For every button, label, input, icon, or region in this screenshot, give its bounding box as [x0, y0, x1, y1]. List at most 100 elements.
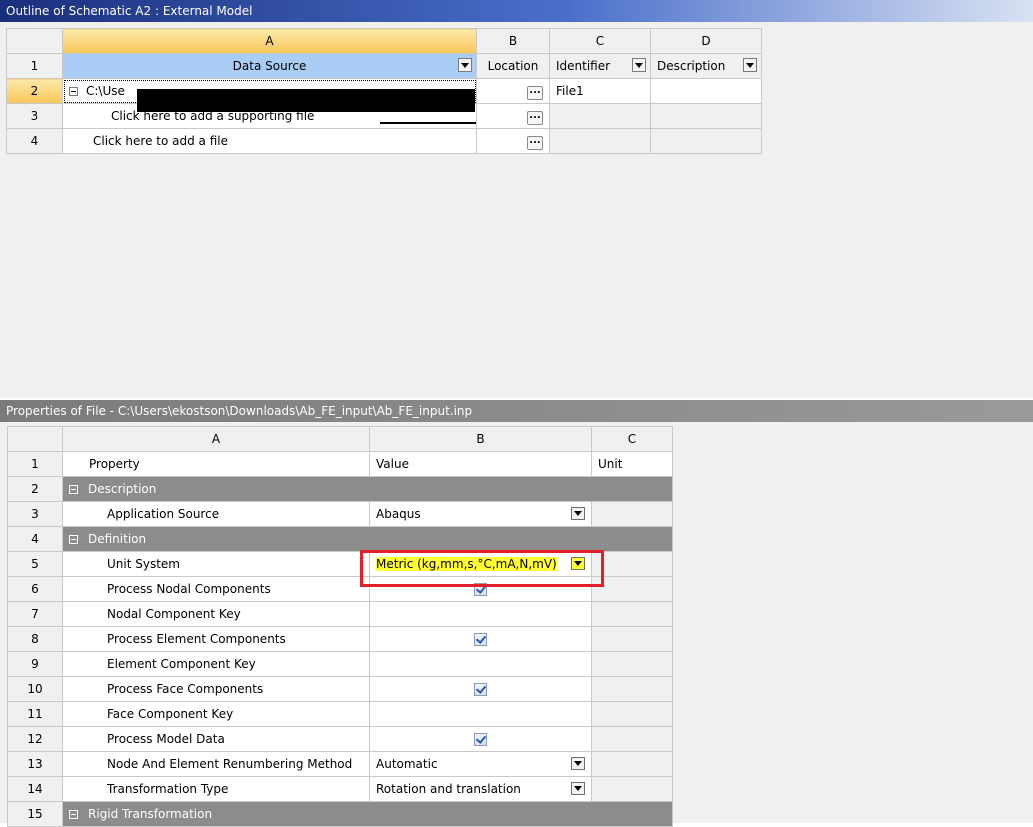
row-number[interactable]: 10 [7, 676, 63, 702]
nodal-component-key-input[interactable] [369, 601, 592, 627]
row-number[interactable]: 11 [7, 701, 63, 727]
chevron-down-icon [574, 761, 582, 766]
row-number[interactable]: 5 [7, 551, 63, 577]
dropdown-arrow[interactable] [571, 757, 585, 770]
col-header-a[interactable]: A [62, 426, 370, 452]
col-header-d[interactable]: D [650, 28, 762, 54]
corner-cell[interactable] [6, 28, 63, 54]
dropdown-arrow[interactable] [571, 782, 585, 795]
add-file-cell[interactable]: Click here to add a file [62, 128, 477, 154]
unit-cell [591, 551, 673, 577]
checkbox-cell[interactable] [369, 726, 592, 752]
table-row[interactable]: 13 Node And Element Renumbering Method A… [7, 751, 673, 777]
identifier-filter-button[interactable] [632, 58, 646, 72]
row-number[interactable]: 3 [6, 103, 63, 129]
description-label: Description [657, 59, 726, 73]
property-label: Element Component Key [62, 651, 370, 677]
row-number[interactable]: 1 [7, 451, 63, 477]
table-row[interactable]: 14 Transformation Type Rotation and tran… [7, 776, 673, 802]
row-number[interactable]: 1 [6, 53, 63, 79]
unit-cell [591, 651, 673, 677]
data-source-header[interactable]: Data Source [62, 53, 477, 79]
property-header: Property [62, 451, 370, 477]
table-row[interactable]: 8 Process Element Components [7, 626, 673, 652]
description-cell [650, 128, 762, 154]
unit-cell [591, 776, 673, 802]
outline-panel: Outline of Schematic A2 : External Model… [0, 0, 1033, 398]
group-row-definition[interactable]: 4 Definition [7, 526, 673, 552]
col-header-b[interactable]: B [369, 426, 592, 452]
location-cell[interactable]: ... [476, 128, 550, 154]
transformation-type-dropdown[interactable]: Rotation and translation [369, 776, 592, 802]
collapse-icon[interactable] [69, 810, 78, 819]
process-nodal-components-checkbox[interactable] [474, 583, 487, 596]
corner-cell[interactable] [7, 426, 63, 452]
row-number[interactable]: 12 [7, 726, 63, 752]
browse-button[interactable]: ... [527, 136, 543, 150]
table-row[interactable]: 9 Element Component Key [7, 651, 673, 677]
table-row[interactable]: 4 Click here to add a file ... [6, 128, 762, 154]
location-cell[interactable]: ... [476, 78, 550, 104]
process-face-components-checkbox[interactable] [474, 683, 487, 696]
description-filter-button[interactable] [743, 58, 757, 72]
unit-cell [591, 576, 673, 602]
description-cell [650, 103, 762, 129]
table-row[interactable]: 6 Process Nodal Components [7, 576, 673, 602]
renumbering-method-dropdown[interactable]: Automatic [369, 751, 592, 777]
browse-button[interactable]: ... [527, 86, 543, 100]
properties-title: Properties of File - C:\Users\ekostson\D… [0, 400, 1033, 422]
row-number[interactable]: 8 [7, 626, 63, 652]
row-number[interactable]: 4 [6, 128, 63, 154]
browse-button[interactable]: ... [527, 111, 543, 125]
chevron-down-icon [574, 786, 582, 791]
dropdown-arrow[interactable] [571, 507, 585, 520]
unit-header: Unit [591, 451, 673, 477]
chevron-down-icon [635, 62, 643, 68]
row-number[interactable]: 13 [7, 751, 63, 777]
col-header-c[interactable]: C [591, 426, 673, 452]
description-header[interactable]: Description [650, 53, 762, 79]
row-number[interactable]: 3 [7, 501, 63, 527]
checkbox-cell[interactable] [369, 576, 592, 602]
checkbox-cell[interactable] [369, 676, 592, 702]
unit-cell [591, 501, 673, 527]
face-component-key-input[interactable] [369, 701, 592, 727]
row-number[interactable]: 4 [7, 526, 63, 552]
table-row[interactable]: 12 Process Model Data [7, 726, 673, 752]
process-model-data-checkbox[interactable] [474, 733, 487, 746]
checkbox-cell[interactable] [369, 626, 592, 652]
col-header-c[interactable]: C [549, 28, 651, 54]
collapse-icon[interactable] [69, 535, 78, 544]
row-number[interactable]: 6 [7, 576, 63, 602]
row-number[interactable]: 7 [7, 601, 63, 627]
row-number[interactable]: 2 [6, 78, 63, 104]
col-header-b[interactable]: B [476, 28, 550, 54]
description-cell[interactable] [650, 78, 762, 104]
table-row[interactable]: 11 Face Component Key [7, 701, 673, 727]
property-label: Transformation Type [62, 776, 370, 802]
row-number[interactable]: 2 [7, 476, 63, 502]
table-row[interactable]: 5 Unit System Metric (kg,mm,s,°C,mA,N,mV… [7, 551, 673, 577]
dropdown-arrow[interactable] [571, 557, 585, 570]
col-header-a[interactable]: A [62, 28, 477, 54]
location-cell[interactable]: ... [476, 103, 550, 129]
row-number[interactable]: 14 [7, 776, 63, 802]
group-row-description[interactable]: 2 Description [7, 476, 673, 502]
data-source-filter-button[interactable] [458, 58, 472, 72]
identifier-cell[interactable]: File1 [549, 78, 651, 104]
unit-system-dropdown[interactable]: Metric (kg,mm,s,°C,mA,N,mV) [369, 551, 592, 577]
collapse-icon[interactable] [69, 485, 78, 494]
identifier-header[interactable]: Identifier [549, 53, 651, 79]
chevron-down-icon [574, 511, 582, 516]
collapse-icon[interactable] [69, 87, 78, 96]
table-row[interactable]: 3 Application Source Abaqus [7, 501, 673, 527]
table-row[interactable]: 7 Nodal Component Key [7, 601, 673, 627]
row-number[interactable]: 9 [7, 651, 63, 677]
table-row[interactable]: 10 Process Face Components [7, 676, 673, 702]
application-source-dropdown[interactable]: Abaqus [369, 501, 592, 527]
dropdown-value: Automatic [376, 757, 438, 771]
element-component-key-input[interactable] [369, 651, 592, 677]
process-element-components-checkbox[interactable] [474, 633, 487, 646]
unit-cell [591, 676, 673, 702]
redaction-block [137, 89, 475, 112]
